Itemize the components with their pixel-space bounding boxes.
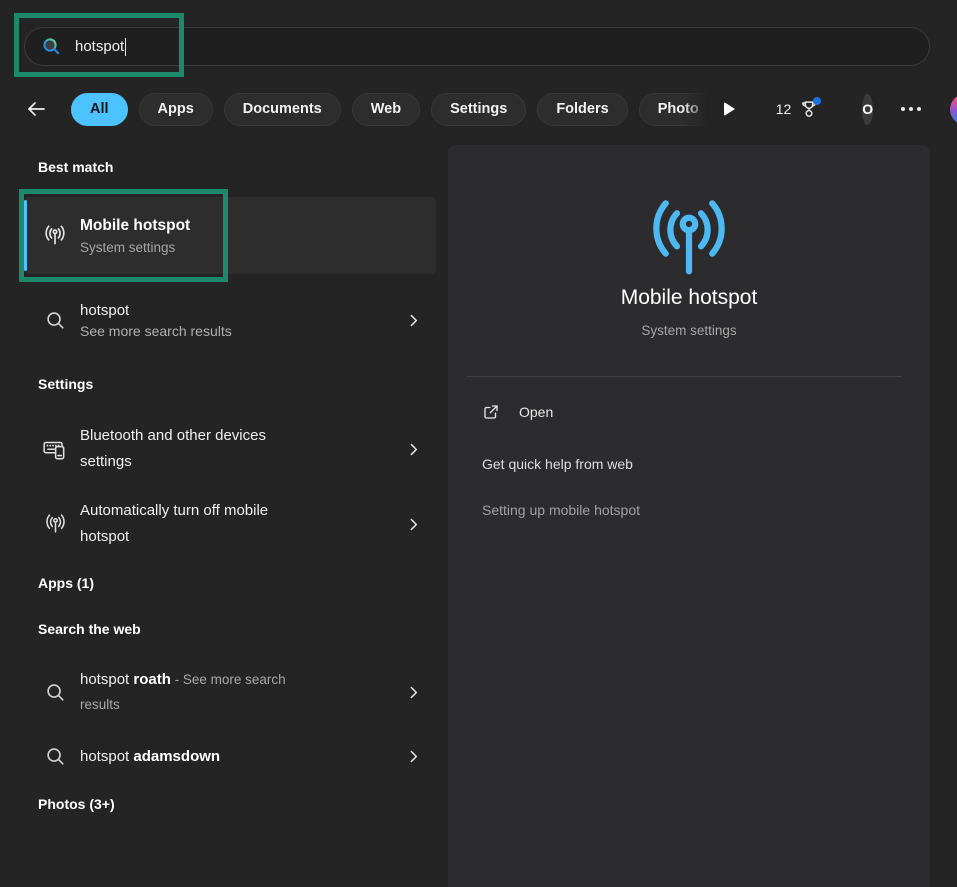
result-label: hotspot adamsdown xyxy=(80,744,328,769)
result-title: hotspot xyxy=(80,300,405,321)
suggestion-part: adamsdown xyxy=(133,748,220,765)
rewards-button[interactable]: 12 xyxy=(776,98,821,120)
copilot-icon xyxy=(950,94,957,125)
text-caret xyxy=(125,38,126,56)
hotspot-icon xyxy=(42,221,68,251)
chevron-right-icon[interactable] xyxy=(405,441,422,458)
result-auto-turn-off-hotspot[interactable]: Automatically turn off mobile hotspot xyxy=(24,487,436,561)
hotspot-icon xyxy=(42,512,68,537)
tab-all-label: All xyxy=(90,101,109,117)
section-header-search-the-web: Search the web xyxy=(38,621,141,637)
search-result-icon xyxy=(42,309,68,332)
back-button[interactable] xyxy=(24,94,48,124)
query-part: hotspot xyxy=(80,748,133,765)
result-see-more-hotspot[interactable]: hotspot See more search results xyxy=(24,289,436,351)
result-label: Automatically turn off mobile hotspot xyxy=(80,498,312,550)
copilot-button[interactable] xyxy=(950,94,957,125)
open-external-icon xyxy=(482,403,500,421)
tab-photos[interactable]: Photo xyxy=(639,93,709,126)
chevron-right-icon[interactable] xyxy=(405,312,422,329)
tab-fade-overlay xyxy=(683,93,709,126)
tab-apps-label: Apps xyxy=(158,101,194,117)
result-bluetooth-settings[interactable]: Bluetooth and other devices settings xyxy=(24,411,436,487)
query-part: hotspot xyxy=(80,671,133,688)
open-action[interactable]: Open xyxy=(482,397,563,427)
account-avatar[interactable]: O xyxy=(862,94,873,125)
section-header-settings: Settings xyxy=(38,376,93,392)
tab-settings[interactable]: Settings xyxy=(431,93,526,126)
preview-panel: Mobile hotspot System settings Open Get … xyxy=(448,145,930,887)
result-title: Mobile hotspot xyxy=(80,215,436,236)
result-best-match-mobile-hotspot[interactable]: Mobile hotspot System settings xyxy=(24,197,436,274)
search-result-icon xyxy=(42,681,68,704)
result-label: Bluetooth and other devices settings xyxy=(80,423,312,475)
result-web-hotspot-roath[interactable]: hotspot roath - See more search results xyxy=(24,656,436,728)
devices-icon xyxy=(42,436,68,463)
preview-title: Mobile hotspot xyxy=(448,286,930,310)
more-options-button[interactable] xyxy=(897,94,925,124)
avatar-initial: O xyxy=(862,101,873,117)
result-subtitle: System settings xyxy=(80,238,436,257)
filter-bar: All Apps Documents Web Settings Folders … xyxy=(24,92,930,126)
preview-subtitle: System settings xyxy=(448,323,930,338)
tab-settings-label: Settings xyxy=(450,101,507,117)
result-subtitle: See more search results xyxy=(80,321,405,341)
mobile-hotspot-large-icon xyxy=(637,193,741,279)
setting-up-hotspot-link[interactable]: Setting up mobile hotspot xyxy=(482,502,640,518)
tab-all[interactable]: All xyxy=(71,93,128,126)
section-header-photos: Photos (3+) xyxy=(38,796,115,812)
ellipsis-icon xyxy=(901,107,905,111)
search-icon xyxy=(41,36,62,57)
get-quick-help-link[interactable]: Get quick help from web xyxy=(482,456,633,472)
tab-folders-label: Folders xyxy=(556,101,608,117)
search-input[interactable]: hotspot xyxy=(24,27,930,66)
selection-accent-bar xyxy=(24,200,27,271)
divider xyxy=(467,376,902,377)
tab-web-label: Web xyxy=(371,101,401,117)
rewards-count: 12 xyxy=(776,101,792,117)
tab-folders[interactable]: Folders xyxy=(537,93,627,126)
tab-web[interactable]: Web xyxy=(352,93,420,126)
scroll-tabs-button[interactable] xyxy=(724,98,735,120)
section-header-best-match: Best match xyxy=(38,159,113,175)
section-header-apps: Apps (1) xyxy=(38,575,94,591)
chevron-right-icon[interactable] xyxy=(405,748,422,765)
tab-documents[interactable]: Documents xyxy=(224,93,341,126)
open-label: Open xyxy=(519,404,553,420)
result-label: hotspot roath - See more search results xyxy=(80,667,328,717)
back-arrow-icon xyxy=(24,97,48,121)
result-web-hotspot-adamsdown[interactable]: hotspot adamsdown xyxy=(24,736,436,776)
chevron-right-icon[interactable] xyxy=(405,516,422,533)
tab-documents-label: Documents xyxy=(243,101,322,117)
search-result-icon xyxy=(42,745,68,768)
play-icon xyxy=(724,102,735,116)
suggestion-part: roath xyxy=(133,671,171,688)
tab-apps[interactable]: Apps xyxy=(139,93,213,126)
search-query-text: hotspot xyxy=(75,38,124,55)
rewards-trophy-icon xyxy=(798,98,820,120)
chevron-right-icon[interactable] xyxy=(405,684,422,701)
